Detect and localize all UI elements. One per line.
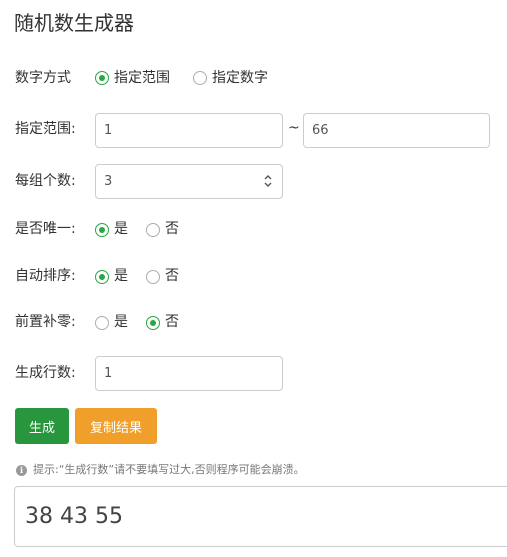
sort-no-radio[interactable] [146,270,160,284]
unique-label: 是否唯一: [15,221,76,237]
range-min-input[interactable]: 1 [95,113,283,148]
unique-no-label[interactable]: 否 [165,219,179,239]
range-separator: ~ [288,120,300,136]
range-max-input[interactable]: 66 [303,113,490,148]
count-value: 3 [104,174,113,189]
count-label: 每组个数: [15,173,76,189]
generate-button[interactable]: 生成 [15,408,69,444]
hint-text: i 提示:“生成行数”请不要填写过大,否则程序可能会崩溃。 [16,462,305,478]
mode-digits-radio[interactable] [193,71,207,85]
unique-yes-radio[interactable] [95,223,109,237]
rows-input[interactable]: 1 [95,356,283,391]
sort-yes-label[interactable]: 是 [114,266,128,286]
leading-zero-no-radio[interactable] [146,316,160,330]
count-input[interactable]: 3 [95,164,283,199]
leading-zero-yes-radio[interactable] [95,316,109,330]
stepper-arrows-icon[interactable] [264,174,272,188]
sort-label: 自动排序: [15,268,76,284]
mode-label: 数字方式 [15,70,71,86]
info-icon: i [16,464,27,476]
unique-yes-label[interactable]: 是 [114,219,128,239]
leading-zero-no-label[interactable]: 否 [165,312,179,332]
mode-range-radio[interactable] [95,71,109,85]
result-output[interactable]: 38 43 55 [14,486,507,547]
range-label: 指定范围: [15,121,76,137]
leading-zero-label: 前置补零: [15,314,76,330]
page-title: 随机数生成器 [14,11,134,35]
sort-yes-radio[interactable] [95,270,109,284]
unique-no-radio[interactable] [146,223,160,237]
mode-digits-label[interactable]: 指定数字 [212,68,268,88]
sort-no-label[interactable]: 否 [165,266,179,286]
hint-message: 提示:“生成行数”请不要填写过大,否则程序可能会崩溃。 [33,463,305,476]
leading-zero-yes-label[interactable]: 是 [114,312,128,332]
mode-range-label[interactable]: 指定范围 [114,68,170,88]
rows-label: 生成行数: [15,365,76,381]
copy-result-button[interactable]: 复制结果 [75,408,157,444]
